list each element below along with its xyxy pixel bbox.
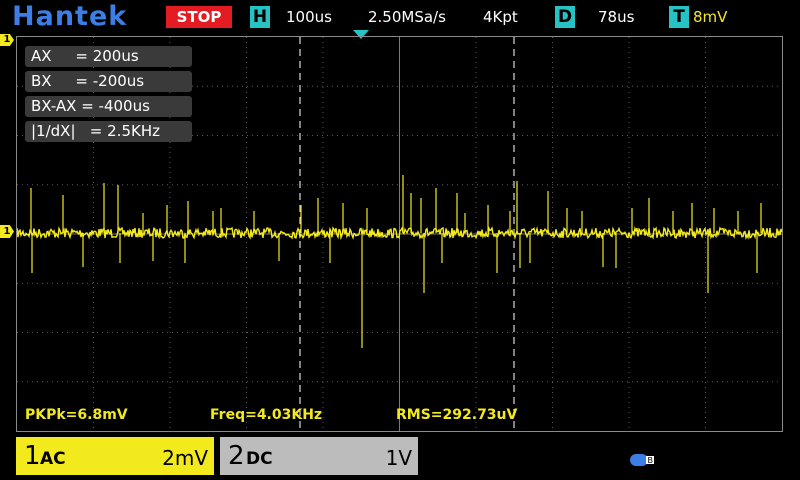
cursor-bx-readout: BX = -200us [25,71,192,92]
run-stop-button[interactable]: STOP [166,6,232,28]
usb-icon: B [630,454,654,466]
delay-key-icon[interactable]: D [555,6,575,28]
cursor-ax-readout: AX = 200us [25,46,192,67]
delay-value: 78us [598,8,635,26]
channel2-coupling: DC [246,449,273,469]
cursor-delta-readout: BX-AX = -400us [25,96,192,117]
sample-rate-value: 2.50MSa/s [368,8,446,26]
measure-freq: Freq=4.03KHz [210,407,323,423]
channel1-panel[interactable]: 1 AC 2mV [16,437,214,475]
channel1-coupling: AC [40,449,66,469]
channel2-number: 2 [228,441,245,471]
trace-baseline [17,226,782,241]
channel2-scale: 1V [385,446,412,470]
status-bar: Hantek STOP H 100us 2.50MSa/s 4Kpt D 78u… [0,0,800,34]
trigger-level-value: 8mV [693,8,728,26]
horizontal-key-icon[interactable]: H [250,6,270,28]
channel2-panel[interactable]: 2 DC 1V [220,437,418,475]
channel1-scale: 2mV [162,446,208,470]
memory-depth-value: 4Kpt [483,8,518,26]
measure-pkpk: PKPk=6.8mV [25,407,128,423]
timebase-value: 100us [286,8,332,26]
brand-logo: Hantek [12,1,128,32]
cursor-freq-readout: |1/dX| = 2.5KHz [25,121,192,142]
svg-text:B: B [648,456,654,465]
channel1-ground-marker[interactable]: 1 [0,225,14,238]
trigger-level-marker[interactable]: 1 [0,34,14,46]
measure-rms: RMS=292.73uV [396,407,518,423]
trigger-key-icon[interactable]: T [669,6,689,28]
channel1-number: 1 [24,441,41,471]
